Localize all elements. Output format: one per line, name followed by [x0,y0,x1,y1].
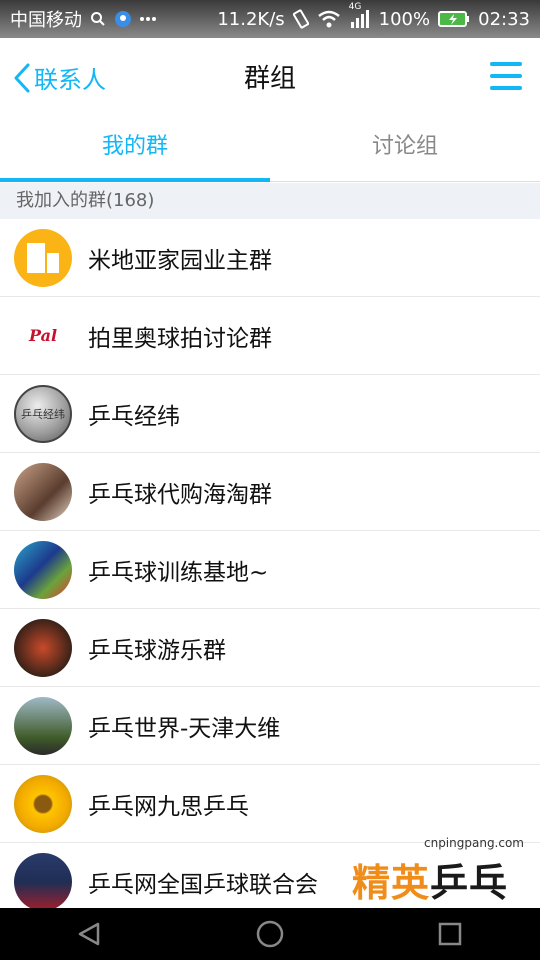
network-speed: 11.2K/s [217,8,285,30]
carrier-label: 中国移动 [10,10,82,31]
network-type: 4G [348,2,362,12]
section-header: 我加入的群(168) [0,183,540,219]
menu-icon[interactable] [490,62,522,90]
clock: 02:33 [478,8,530,30]
list-item[interactable]: 乒乓世界-天津大维 [0,687,540,765]
group-name: 乒乓球代购海淘群 [88,481,272,508]
ball-text: 乒乓经纬 [21,407,65,421]
more-icon [140,16,156,22]
group-name: 乒乓球游乐群 [88,637,226,664]
building-avatar-icon [14,228,72,287]
battery-charging-icon [438,10,470,28]
group-name: 乒乓球训练基地~ [88,559,269,586]
signal-icon: 4G [349,2,371,28]
vibrate-icon [292,9,309,29]
tab-my-groups[interactable]: 我的群 [0,114,270,182]
list-item[interactable]: 乒乓网九思乒乓 [0,765,540,843]
ball-avatar-icon: 乒乓经纬 [14,384,72,443]
portrait-avatar-icon [14,462,72,521]
list-item[interactable]: 乒乓球代购海淘群 [0,453,540,531]
tab-discussion-groups[interactable]: 讨论组 [270,114,540,181]
list-item[interactable]: Pal 拍里奥球拍讨论群 [0,297,540,375]
group-name: 乒乓网九思乒乓 [88,793,249,820]
tab-bar: 我的群 讨论组 [0,114,540,182]
app-header: 联系人 群组 [0,38,540,114]
watermark-accent: 精英 [352,861,431,905]
list-item[interactable]: 乒乓球游乐群 [0,609,540,687]
list-item[interactable]: 乒乓经纬 乒乓经纬 [0,375,540,453]
back-triangle-icon[interactable] [72,916,108,952]
battery-percent: 100% [378,8,431,30]
app-icon [114,10,132,28]
group-name: 米地亚家园业主群 [88,247,272,274]
search-icon [90,11,106,27]
group-name: 乒乓网全国乒球联合会 [88,871,318,898]
group-name: 拍里奥球拍讨论群 [88,325,272,352]
hall-avatar-icon [14,696,72,755]
brand-logo-avatar-icon: Pal [14,306,72,365]
list-item[interactable]: 乒乓球训练基地~ [0,531,540,609]
system-nav-bar [0,908,540,960]
watermark: cnpingpang.com 精英乒乓网 [352,836,532,960]
players-avatar-icon [14,540,72,599]
watermark-url: cnpingpang.com [423,836,524,850]
group-name: 乒乓世界-天津大维 [88,715,281,742]
back-button[interactable]: 联系人 [12,60,106,95]
back-label: 联系人 [34,66,106,94]
chevron-left-icon [12,62,34,94]
flower-avatar-icon [14,774,72,833]
logo-text: Pal [28,326,58,345]
wifi-icon [317,10,341,28]
list-item[interactable]: 米地亚家园业主群 [0,219,540,297]
tea-avatar-icon [14,618,72,677]
home-circle-icon[interactable] [252,916,288,952]
status-bar: 中国移动 11.2K/s 4G 100% 02:33 [0,0,540,38]
group-name: 乒乓经纬 [88,403,180,430]
match-avatar-icon [14,852,72,911]
group-list: 米地亚家园业主群 Pal 拍里奥球拍讨论群 乒乓经纬 乒乓经纬 乒乓球代购海淘群… [0,219,540,921]
recents-square-icon[interactable] [432,916,468,952]
